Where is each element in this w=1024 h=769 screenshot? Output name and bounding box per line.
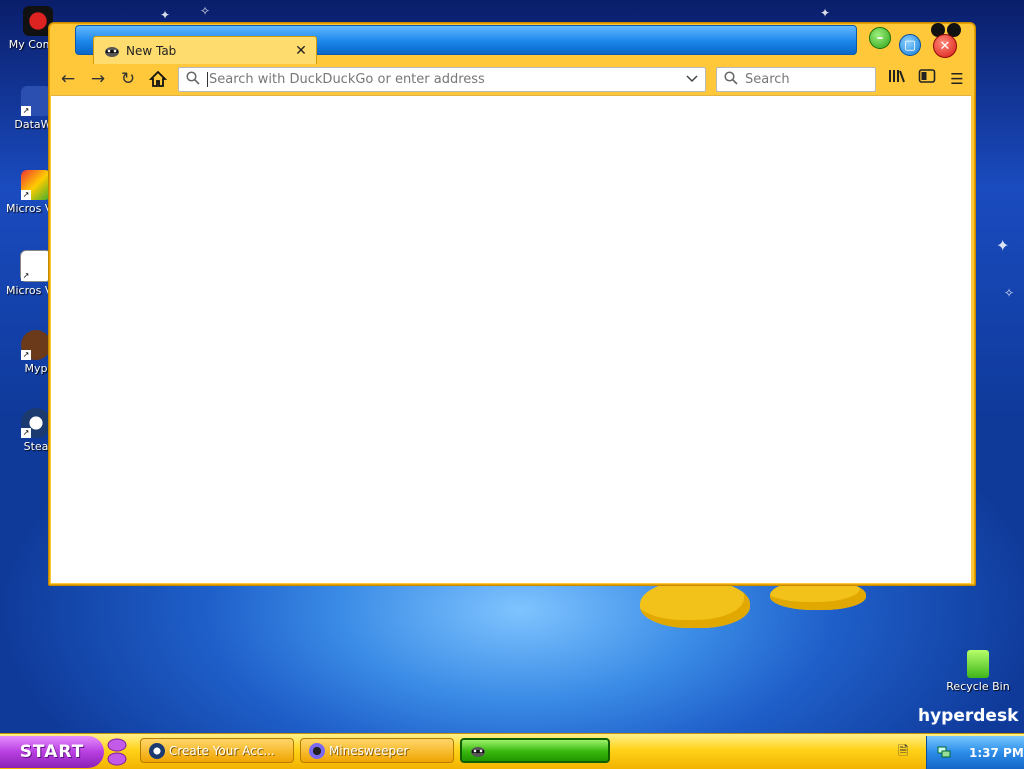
page-content[interactable] [51, 95, 971, 583]
duck-foot-decoration [640, 580, 750, 628]
steam-icon: ↗ [21, 408, 51, 438]
clock[interactable]: 1:37 PM [969, 746, 1024, 760]
navigation-toolbar: ← → ↻ Search with DuckDuckGo or enter ad… [50, 64, 972, 94]
chevron-down-icon[interactable] [679, 73, 705, 86]
tray-device-icon[interactable]: 🗎 [898, 742, 912, 759]
start-label: START [19, 742, 85, 762]
search-icon [179, 70, 207, 89]
sparkle-decoration: ✧ [200, 4, 211, 18]
address-input[interactable]: Search with DuckDuckGo or enter address [207, 72, 679, 87]
recycle-bin-icon [967, 650, 989, 678]
address-bar[interactable]: Search with DuckDuckGo or enter address [178, 67, 706, 92]
library-icon[interactable] [886, 68, 908, 90]
menu-icon[interactable]: ☰ [946, 68, 968, 90]
datawarehouse-icon: ↗ [21, 86, 51, 116]
taskbar-button-label: Create Your Acc... [169, 743, 275, 758]
taskbar: START Create Your Acc... Minesweeper 🗎 1… [0, 733, 1024, 769]
taskbar-button-browser[interactable] [460, 738, 610, 763]
sparkle-decoration: ✦ [820, 6, 831, 20]
close-tab-icon[interactable]: ✕ [292, 43, 310, 59]
visual-studio-icon: ↗ [21, 170, 51, 200]
close-window-button[interactable]: ✕ [933, 34, 957, 58]
sparkle-decoration: ✧ [1004, 286, 1015, 300]
taskbar-button-create-account[interactable]: Create Your Acc... [140, 738, 294, 763]
brand-label: hyperdesk [918, 706, 1019, 726]
start-button[interactable]: START [0, 736, 104, 768]
back-arrow-icon[interactable]: ← [56, 68, 80, 90]
reload-icon[interactable]: ↻ [116, 68, 140, 90]
browser-window: New Tab ✕ – ▢ ✕ ← → ↻ Search with DuckDu… [48, 22, 976, 586]
search-bar[interactable]: Search [716, 67, 876, 92]
taskbar-button-minesweeper[interactable]: Minesweeper [300, 738, 454, 763]
minimize-button[interactable]: – [869, 27, 891, 49]
forward-arrow-icon[interactable]: → [86, 68, 110, 90]
desktop-icon-recycle-bin[interactable]: Recycle Bin [940, 650, 1016, 693]
tab-new-tab[interactable]: New Tab ✕ [93, 36, 317, 65]
sidebar-icon[interactable] [916, 68, 938, 90]
network-icon[interactable] [937, 744, 953, 761]
raccoon-favicon-icon [471, 746, 485, 757]
raccoon-favicon-icon [105, 47, 119, 57]
sparkle-decoration: ✦ [160, 8, 171, 22]
home-icon [148, 70, 168, 87]
system-tray: 1:37 PM [926, 736, 1024, 769]
search-input[interactable]: Search [745, 72, 790, 87]
taskbar-button-label: Minesweeper [329, 743, 409, 758]
sparkle-decoration: ✦ [996, 236, 1010, 255]
maximize-button[interactable]: ▢ [899, 34, 921, 56]
mickey-ears-icon [107, 738, 127, 766]
hyperdesk-logo: hyperdesk [918, 706, 1018, 726]
steam-icon [149, 742, 165, 759]
tab-title: New Tab [126, 44, 177, 58]
minesweeper-icon [309, 742, 325, 759]
mypaint-icon: ↗ [21, 330, 51, 360]
home-button[interactable] [146, 68, 170, 90]
search-icon [717, 70, 745, 89]
desktop-icon-label: Recycle Bin [946, 680, 1010, 693]
